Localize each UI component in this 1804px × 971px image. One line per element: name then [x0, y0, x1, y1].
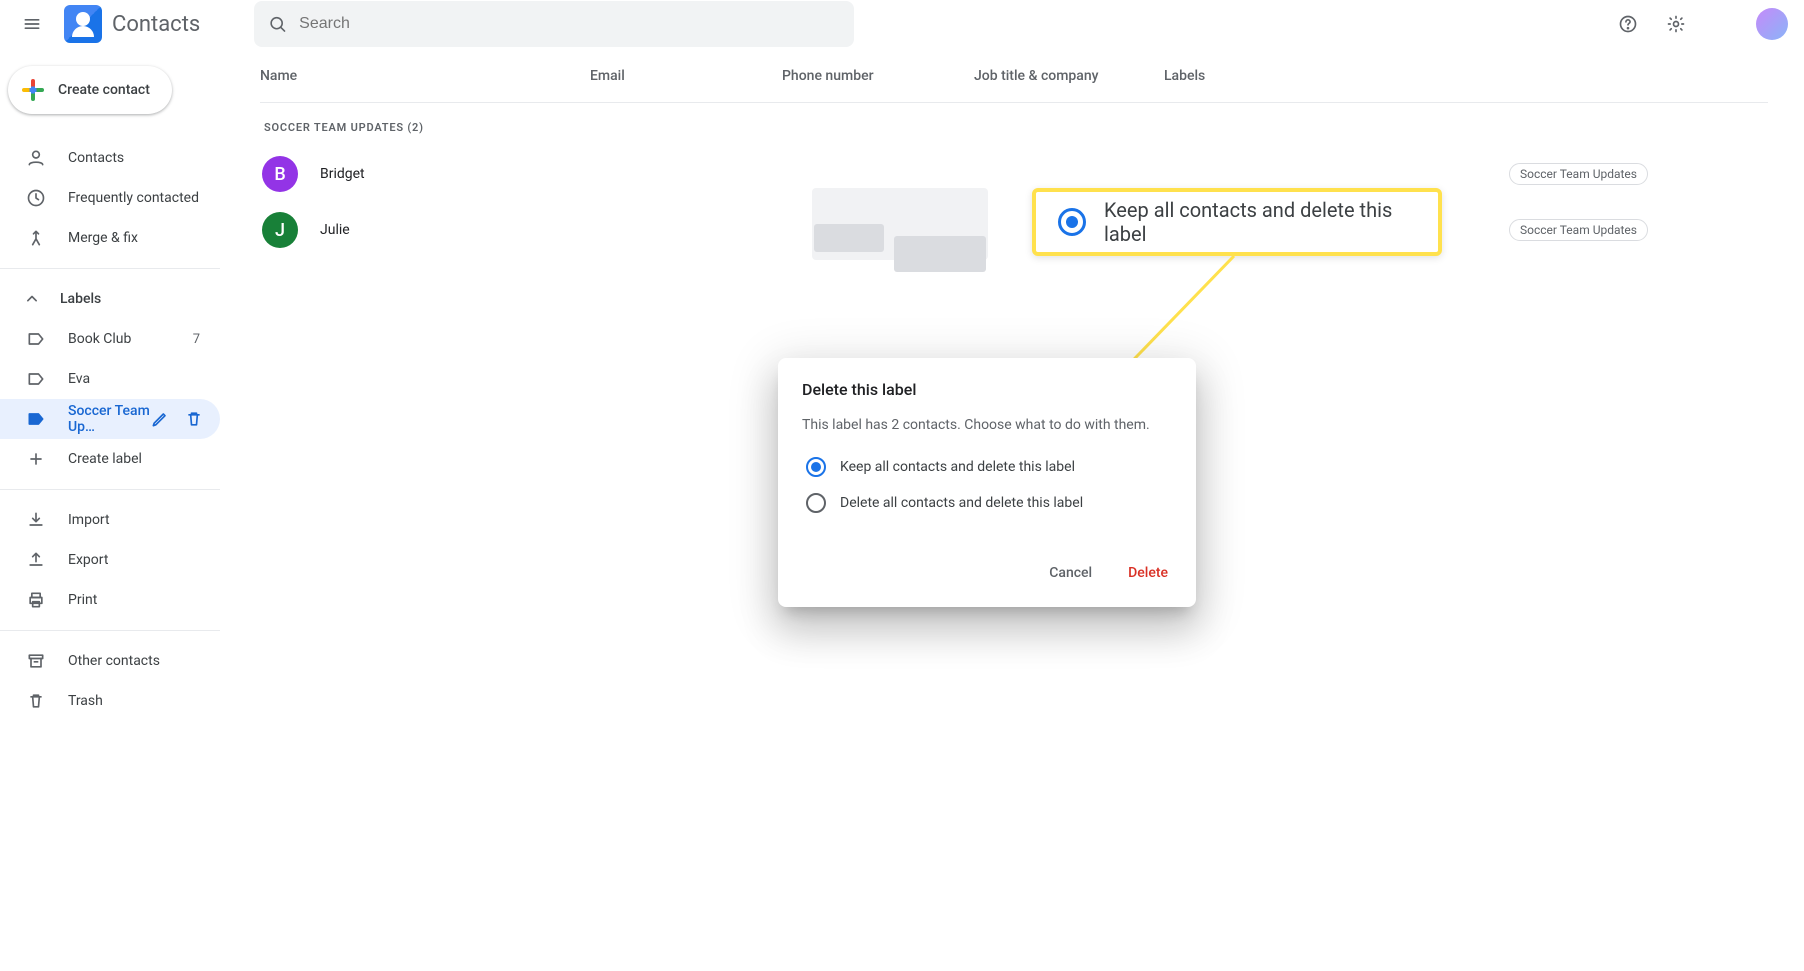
pencil-icon[interactable]: [150, 409, 170, 429]
nav-print[interactable]: Print: [0, 580, 220, 620]
option-keep-label: Keep all contacts and delete this label: [840, 459, 1075, 475]
label-eva-text: Eva: [68, 371, 90, 387]
menu-button[interactable]: [8, 0, 56, 48]
clock-icon: [26, 188, 46, 208]
search-input[interactable]: [299, 15, 840, 33]
create-contact-label: Create contact: [58, 82, 150, 98]
label-icon: [26, 329, 46, 349]
col-job: Job title & company: [974, 68, 1164, 88]
nav-frequent-label: Frequently contacted: [68, 190, 199, 206]
import-icon: [26, 510, 46, 530]
dialog-title: Delete this label: [802, 380, 1172, 399]
nav-export-label: Export: [68, 552, 108, 568]
gear-icon: [1666, 14, 1686, 34]
divider: [0, 489, 220, 490]
col-name: Name: [260, 68, 590, 88]
label-icon: [26, 409, 46, 429]
nav-contacts[interactable]: Contacts: [0, 138, 220, 178]
contact-row[interactable]: J Julie Soccer Team Updates: [260, 202, 1768, 258]
option-keep-contacts[interactable]: Keep all contacts and delete this label: [802, 457, 1172, 477]
delete-button[interactable]: Delete: [1124, 557, 1172, 589]
nav-import-label: Import: [68, 512, 110, 528]
search-icon: [268, 14, 287, 34]
nav-trash[interactable]: Trash: [0, 681, 220, 721]
help-icon: [1618, 14, 1638, 34]
sidebar: Create contact Contacts Frequently conta…: [0, 48, 232, 971]
radio-checked-icon: [1058, 208, 1086, 236]
delete-label-dialog: Delete this label This label has 2 conta…: [778, 358, 1196, 607]
trash-icon: [26, 691, 46, 711]
export-icon: [26, 550, 46, 570]
contact-name: Julie: [320, 222, 592, 238]
nav-other-contacts[interactable]: Other contacts: [0, 641, 220, 681]
nav-other-label: Other contacts: [68, 653, 160, 669]
create-contact-button[interactable]: Create contact: [8, 66, 172, 114]
contact-avatar: J: [262, 212, 298, 248]
col-phone: Phone number: [782, 68, 974, 88]
nav-import[interactable]: Import: [0, 500, 220, 540]
nav-trash-label: Trash: [68, 693, 103, 709]
kebab-icon: [1748, 68, 1768, 88]
hamburger-icon: [22, 14, 42, 34]
label-eva[interactable]: Eva: [0, 359, 220, 399]
annotation-callout: Keep all contacts and delete this label: [1032, 188, 1442, 256]
archive-icon: [26, 651, 46, 671]
contacts-app-icon: [64, 5, 102, 43]
create-label-item[interactable]: Create label: [0, 439, 220, 479]
contact-row[interactable]: B Bridget Soccer Team Updates: [260, 146, 1768, 202]
nav-contacts-label: Contacts: [68, 150, 124, 166]
search-bar[interactable]: [254, 1, 854, 47]
column-headers: Name Email Phone number Job title & comp…: [260, 68, 1768, 103]
label-book-club-text: Book Club: [68, 331, 131, 347]
list-settings-button[interactable]: [1728, 68, 1768, 88]
nav-merge-label: Merge & fix: [68, 230, 138, 246]
nav-print-label: Print: [68, 592, 97, 608]
merge-icon: [26, 228, 46, 248]
cancel-button[interactable]: Cancel: [1045, 557, 1096, 589]
label-book-club[interactable]: Book Club 7: [0, 319, 220, 359]
col-labels: Labels: [1164, 68, 1728, 88]
radio-unchecked-icon: [806, 493, 826, 513]
plus-small-icon: [26, 449, 46, 469]
labels-header-text: Labels: [60, 291, 101, 307]
account-avatar[interactable]: [1756, 8, 1788, 40]
annotation-callout-text: Keep all contacts and delete this label: [1104, 198, 1416, 246]
label-book-club-count: 7: [193, 332, 200, 347]
nav-merge[interactable]: Merge & fix: [0, 218, 220, 258]
contact-label-chip[interactable]: Soccer Team Updates: [1509, 219, 1648, 241]
option-delete-label: Delete all contacts and delete this labe…: [840, 495, 1083, 511]
label-soccer-team[interactable]: Soccer Team Up…: [0, 399, 220, 439]
nav-export[interactable]: Export: [0, 540, 220, 580]
contact-avatar: B: [262, 156, 298, 192]
app-title: Contacts: [112, 12, 200, 37]
contact-label-chip[interactable]: Soccer Team Updates: [1509, 163, 1648, 185]
nav-frequent[interactable]: Frequently contacted: [0, 178, 220, 218]
person-icon: [26, 148, 46, 168]
label-icon: [26, 369, 46, 389]
help-button[interactable]: [1608, 4, 1648, 44]
labels-section-toggle[interactable]: Labels: [0, 279, 232, 319]
divider: [0, 630, 220, 631]
app-header: Contacts: [0, 0, 1804, 48]
group-heading: Soccer Team Updates (2): [264, 121, 1768, 134]
illustration-placeholder: [814, 224, 986, 272]
divider: [0, 268, 220, 269]
dialog-body: This label has 2 contacts. Choose what t…: [802, 417, 1172, 433]
radio-checked-icon: [806, 457, 826, 477]
contact-name: Bridget: [320, 166, 592, 182]
print-icon: [26, 590, 46, 610]
trash-icon[interactable]: [184, 409, 204, 429]
settings-button[interactable]: [1656, 4, 1696, 44]
create-label-text: Create label: [68, 451, 142, 467]
main-content: Name Email Phone number Job title & comp…: [232, 48, 1804, 971]
plus-icon: [22, 79, 44, 101]
option-delete-contacts[interactable]: Delete all contacts and delete this labe…: [802, 493, 1172, 513]
apps-grid-icon: [1714, 14, 1734, 34]
col-email: Email: [590, 68, 782, 88]
apps-button[interactable]: [1704, 4, 1744, 44]
chevron-up-icon: [22, 289, 42, 309]
label-soccer-team-text: Soccer Team Up…: [68, 403, 150, 435]
